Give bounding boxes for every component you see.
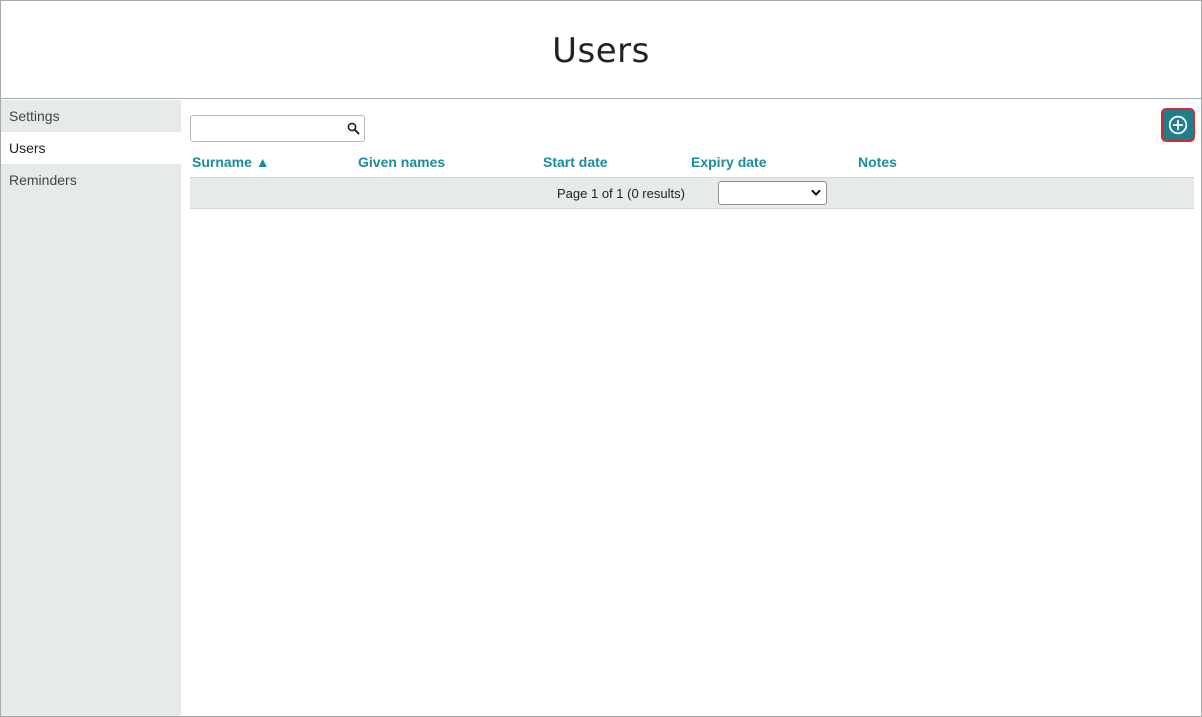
search-icon[interactable] xyxy=(347,122,360,135)
sidebar-item-users[interactable]: Users xyxy=(1,132,181,164)
search-box xyxy=(190,115,365,142)
column-header-notes[interactable]: Notes xyxy=(858,154,897,170)
column-header-surname[interactable]: Surname ▲ xyxy=(192,154,270,170)
page-header: Users xyxy=(1,1,1201,99)
add-user-button[interactable] xyxy=(1161,108,1195,142)
column-header-given-names[interactable]: Given names xyxy=(358,154,445,170)
page-title: Users xyxy=(552,31,650,71)
column-header-start-date[interactable]: Start date xyxy=(543,154,608,170)
main-content: Surname ▲ Given names Start date Expiry … xyxy=(181,100,1201,716)
plus-circle-icon xyxy=(1168,115,1188,135)
sidebar-item-settings[interactable]: Settings xyxy=(1,100,181,132)
app-window: Users Settings Users Reminders Surname ▲… xyxy=(0,0,1202,717)
page-size-select[interactable] xyxy=(718,181,827,205)
pagination-status: Page 1 of 1 (0 results) xyxy=(557,186,685,201)
search-input[interactable] xyxy=(193,118,343,139)
sidebar: Settings Users Reminders xyxy=(1,100,181,716)
chevron-down-icon xyxy=(811,189,821,196)
table-header: Surname ▲ Given names Start date Expiry … xyxy=(190,152,1194,172)
sidebar-item-reminders[interactable]: Reminders xyxy=(1,164,181,196)
column-header-expiry-date[interactable]: Expiry date xyxy=(691,154,766,170)
pagination-bar: Page 1 of 1 (0 results) xyxy=(190,177,1194,209)
